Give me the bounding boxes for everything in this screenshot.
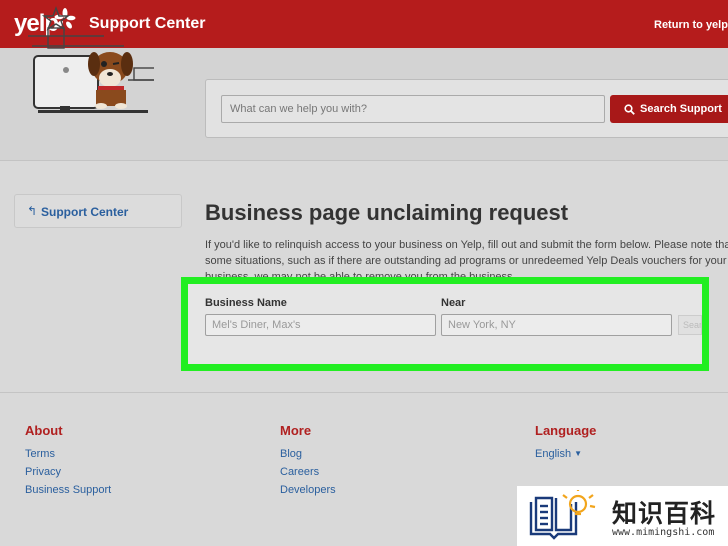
footer-link-business-support[interactable]: Business Support <box>25 481 111 499</box>
search-support-button[interactable]: Search Support <box>610 95 728 123</box>
footer-link-careers[interactable]: Careers <box>280 463 336 481</box>
search-support-label: Search Support <box>640 103 722 115</box>
near-input[interactable]: New York, NY <box>441 314 672 336</box>
language-selected: English <box>535 448 572 460</box>
back-arrow-icon: ↰ <box>27 204 38 218</box>
watermark-url: www.mimingshi.com <box>612 527 715 538</box>
near-label: Near <box>441 297 466 309</box>
intro-line: some situations, such as if there are ou… <box>205 255 727 267</box>
caret-down-icon: ▼ <box>574 449 582 458</box>
footer-link-terms[interactable]: Terms <box>25 445 111 463</box>
search-icon <box>624 103 635 115</box>
footer-divider <box>0 392 728 393</box>
footer-about-heading: About <box>25 423 63 438</box>
page-title: Business page unclaiming request <box>205 200 569 225</box>
footer-language-heading: Language <box>535 423 597 438</box>
footer-language: Language English ▼ <box>535 423 596 463</box>
book-lightbulb-icon <box>529 490 596 540</box>
support-search-input[interactable]: What can we help you with? <box>221 95 605 123</box>
language-select[interactable]: English ▼ <box>535 445 596 463</box>
footer-more-heading: More <box>280 423 312 438</box>
business-name-label: Business Name <box>205 297 287 309</box>
support-center-link[interactable]: Support Center <box>41 205 128 219</box>
footer-link-privacy[interactable]: Privacy <box>25 463 111 481</box>
dog-at-computer-illustration <box>28 6 154 113</box>
business-name-input[interactable]: Mel's Diner, Max's <box>205 314 436 336</box>
footer-link-developers[interactable]: Developers <box>280 481 336 499</box>
footer-about: About Terms Privacy Business Support <box>25 423 111 499</box>
intro-line: If you'd like to relinquish access to yo… <box>205 239 728 251</box>
return-to-yelp-link[interactable]: Return to yelp.c <box>654 19 728 31</box>
footer-link-blog[interactable]: Blog <box>280 445 336 463</box>
footer-more: More Blog Careers Developers <box>280 423 336 499</box>
watermark-text: 知识百科 <box>612 500 717 528</box>
form-search-button[interactable]: Search <box>678 315 702 335</box>
